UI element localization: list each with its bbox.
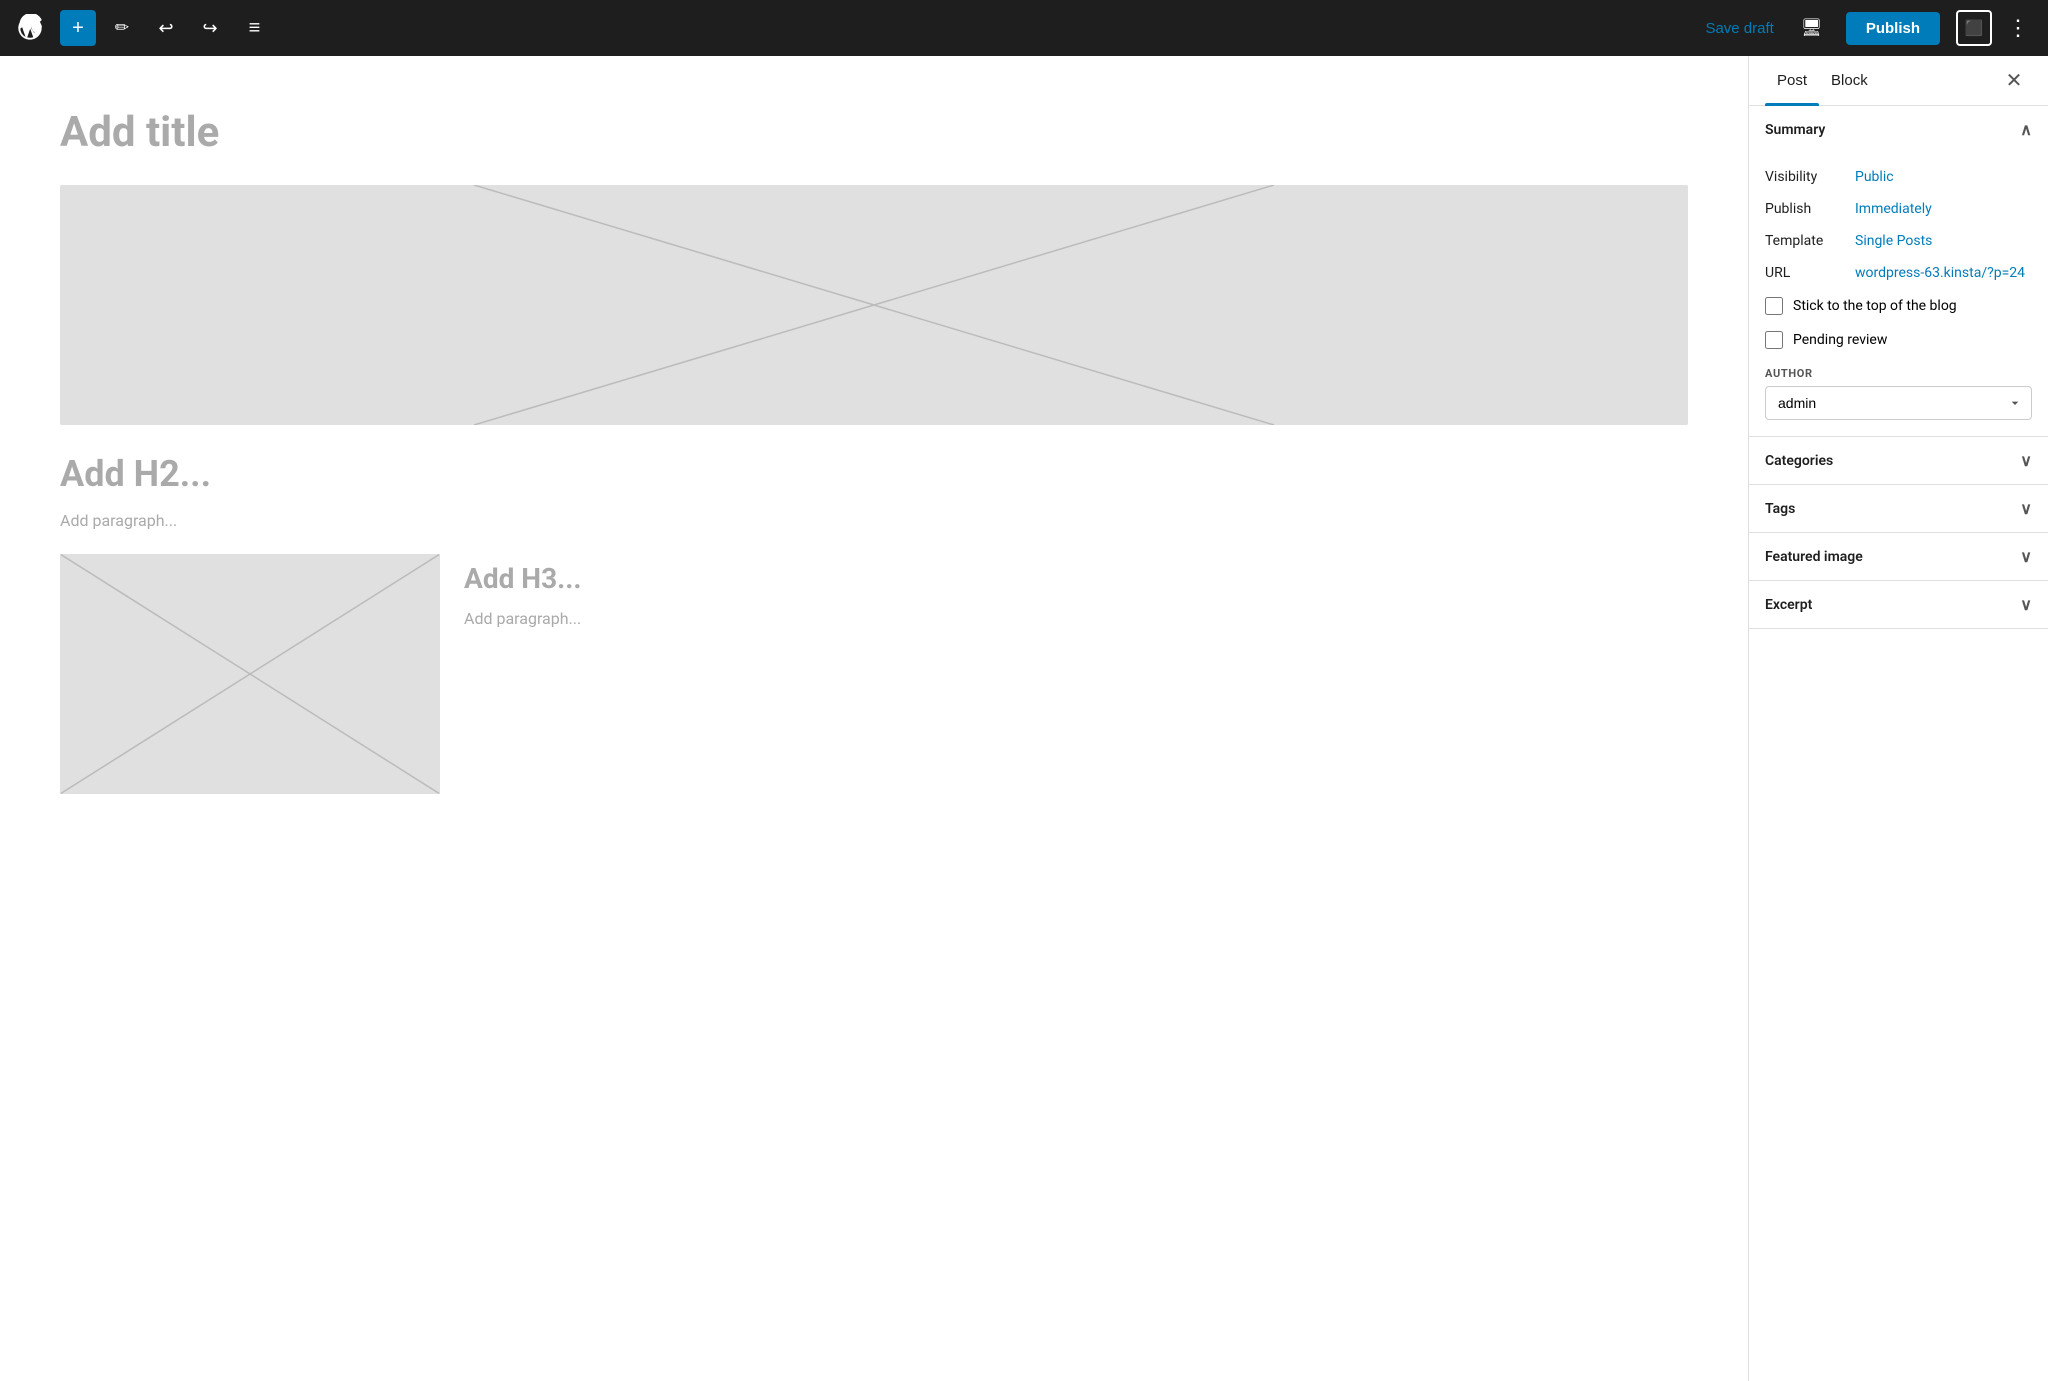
redo-icon: ↪ bbox=[202, 18, 217, 39]
summary-section-body: Visibility Public Publish Immediately Te… bbox=[1749, 153, 2048, 436]
redo-button[interactable]: ↪ bbox=[192, 10, 228, 46]
author-select[interactable]: admin bbox=[1765, 386, 2032, 420]
post-title[interactable]: Add title bbox=[60, 104, 1688, 161]
main-layout: Add title Add H2... Add paragraph... bbox=[0, 56, 2048, 1381]
wp-logo[interactable] bbox=[12, 10, 48, 46]
publish-button[interactable]: Publish bbox=[1846, 12, 1940, 45]
preview-icon: 🖥 bbox=[1801, 18, 1823, 38]
excerpt-heading: Excerpt bbox=[1765, 597, 1812, 613]
sidebar-icon: ⬛ bbox=[1965, 19, 1984, 37]
image-placeholder-medium[interactable] bbox=[60, 554, 440, 794]
sidebar: Post Block ✕ Summary ∧ Visibility Public bbox=[1748, 56, 2048, 1381]
excerpt-section: Excerpt ∨ bbox=[1749, 581, 2048, 629]
template-row: Template Single Posts bbox=[1765, 225, 2032, 257]
summary-section-header[interactable]: Summary ∧ bbox=[1749, 106, 2048, 153]
tab-block[interactable]: Block bbox=[1819, 56, 1880, 105]
featured-image-section-header[interactable]: Featured image ∨ bbox=[1749, 533, 2048, 580]
categories-chevron-icon: ∨ bbox=[2020, 451, 2032, 470]
stick-to-top-row: Stick to the top of the blog bbox=[1765, 289, 2032, 323]
paragraph-block[interactable]: Add paragraph... bbox=[60, 511, 1688, 530]
publish-value[interactable]: Immediately bbox=[1855, 201, 1932, 217]
tags-heading: Tags bbox=[1765, 501, 1795, 517]
categories-section-header[interactable]: Categories ∨ bbox=[1749, 437, 2048, 484]
close-icon: ✕ bbox=[2006, 68, 2023, 93]
stick-to-top-label[interactable]: Stick to the top of the blog bbox=[1793, 298, 1957, 314]
add-block-button[interactable]: + bbox=[60, 10, 96, 46]
summary-chevron-up-icon: ∧ bbox=[2020, 120, 2032, 139]
template-label: Template bbox=[1765, 233, 1855, 249]
more-options-button[interactable]: ⋮ bbox=[2000, 10, 2036, 46]
url-value[interactable]: wordpress-63.kinsta/?p=24 bbox=[1855, 265, 2025, 281]
h2-block[interactable]: Add H2... bbox=[60, 453, 1688, 495]
more-icon: ⋮ bbox=[2007, 15, 2029, 41]
paragraph-block-2[interactable]: Add paragraph... bbox=[464, 609, 1688, 628]
visibility-value[interactable]: Public bbox=[1855, 169, 1894, 185]
column-left bbox=[60, 554, 440, 822]
pencil-icon: ✏ bbox=[115, 18, 129, 38]
publish-row: Publish Immediately bbox=[1765, 193, 2032, 225]
list-icon: ≡ bbox=[249, 17, 260, 40]
featured-image-heading: Featured image bbox=[1765, 549, 1863, 565]
preview-button[interactable]: 🖥 bbox=[1794, 10, 1830, 46]
visibility-row: Visibility Public bbox=[1765, 161, 2032, 193]
editor-area: Add title Add H2... Add paragraph... bbox=[0, 56, 1748, 1381]
toolbar: + ✏ ↩ ↪ ≡ Save draft 🖥 Publish ⬛ ⋮ bbox=[0, 0, 2048, 56]
url-row: URL wordpress-63.kinsta/?p=24 bbox=[1765, 257, 2032, 289]
featured-image-chevron-icon: ∨ bbox=[2020, 547, 2032, 566]
publish-label: Publish bbox=[1765, 201, 1855, 217]
sidebar-close-button[interactable]: ✕ bbox=[1996, 63, 2032, 99]
tools-button[interactable]: ✏ bbox=[104, 10, 140, 46]
categories-heading: Categories bbox=[1765, 453, 1833, 469]
undo-button[interactable]: ↩ bbox=[148, 10, 184, 46]
tags-section: Tags ∨ bbox=[1749, 485, 2048, 533]
two-column-block: Add H3... Add paragraph... bbox=[60, 554, 1688, 822]
excerpt-section-header[interactable]: Excerpt ∨ bbox=[1749, 581, 2048, 628]
tab-post[interactable]: Post bbox=[1765, 56, 1819, 105]
pending-review-row: Pending review bbox=[1765, 323, 2032, 357]
visibility-label: Visibility bbox=[1765, 169, 1855, 185]
pending-review-checkbox[interactable] bbox=[1765, 331, 1783, 349]
summary-section: Summary ∧ Visibility Public Publish Imme… bbox=[1749, 106, 2048, 437]
column-right: Add H3... Add paragraph... bbox=[464, 554, 1688, 822]
document-overview-button[interactable]: ≡ bbox=[236, 10, 272, 46]
undo-icon: ↩ bbox=[158, 18, 173, 39]
author-heading: AUTHOR bbox=[1765, 367, 2032, 380]
featured-image-section: Featured image ∨ bbox=[1749, 533, 2048, 581]
excerpt-chevron-icon: ∨ bbox=[2020, 595, 2032, 614]
featured-image-placeholder[interactable] bbox=[60, 185, 1688, 425]
h3-block[interactable]: Add H3... bbox=[464, 562, 1688, 595]
categories-section: Categories ∨ bbox=[1749, 437, 2048, 485]
stick-to-top-checkbox[interactable] bbox=[1765, 297, 1783, 315]
pending-review-label[interactable]: Pending review bbox=[1793, 332, 1887, 348]
sidebar-toggle-button[interactable]: ⬛ bbox=[1956, 10, 1992, 46]
save-draft-button[interactable]: Save draft bbox=[1693, 14, 1785, 43]
sidebar-tabs: Post Block ✕ bbox=[1749, 56, 2048, 106]
tags-chevron-icon: ∨ bbox=[2020, 499, 2032, 518]
sidebar-content: Summary ∧ Visibility Public Publish Imme… bbox=[1749, 106, 2048, 1381]
url-label: URL bbox=[1765, 265, 1855, 281]
template-value[interactable]: Single Posts bbox=[1855, 233, 1932, 249]
tags-section-header[interactable]: Tags ∨ bbox=[1749, 485, 2048, 532]
summary-heading: Summary bbox=[1765, 122, 1825, 138]
